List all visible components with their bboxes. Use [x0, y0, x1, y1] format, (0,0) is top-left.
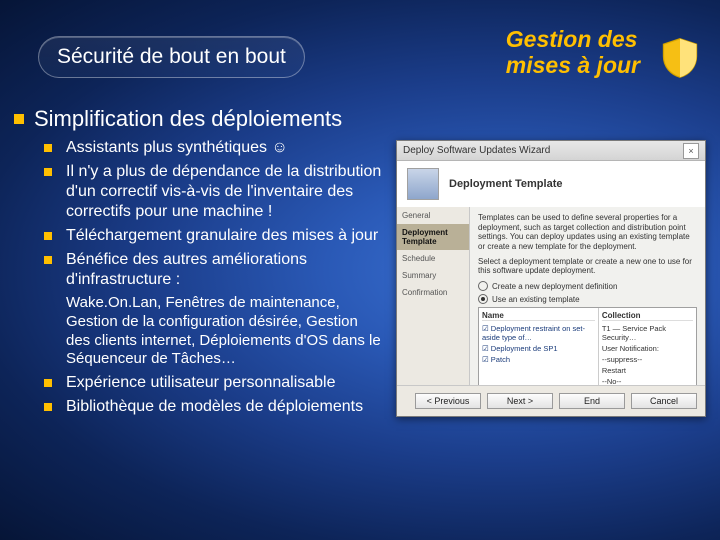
wizard-prompt-text: Select a deployment template or create a… [478, 257, 697, 275]
wizard-nav-step[interactable]: Summary [397, 267, 469, 284]
wizard-radio-new[interactable]: Create a new deployment definition [478, 281, 697, 291]
bullet-item: Bénéfice des autres améliorations d'infr… [62, 250, 384, 290]
wizard-intro-text: Templates can be used to define several … [478, 213, 697, 251]
wizard-radio-label: Use an existing template [492, 295, 580, 304]
content-left: Simplification des déploiements Assistan… [14, 106, 384, 421]
list-item[interactable]: ☑ Patch [482, 354, 595, 365]
wizard-main: Templates can be used to define several … [470, 207, 705, 386]
wizard-nav-step[interactable]: Confirmation [397, 284, 469, 301]
wizard-nav-step[interactable]: General [397, 207, 469, 224]
bullet-item: Bibliothèque de modèles de déploiements [62, 397, 384, 417]
cancel-button[interactable]: Cancel [631, 393, 697, 409]
header-subtitle-line1: Gestion des [506, 26, 640, 52]
slide-title: Sécurité de bout en bout [38, 36, 305, 78]
wizard-banner: Deployment Template [397, 161, 705, 208]
bullet-subtext: Wake.On.Lan, Fenêtres de maintenance, Ge… [66, 294, 384, 369]
bullet-list-2: Expérience utilisateur personnalisable B… [14, 373, 384, 417]
bullet-item: Téléchargement granulaire des mises à jo… [62, 226, 384, 246]
list-item: Restart [602, 365, 693, 376]
radio-icon-selected [478, 294, 488, 304]
close-icon[interactable]: × [683, 143, 699, 159]
wizard-dialog: Deploy Software Updates Wizard × Deploym… [396, 140, 706, 417]
bullet-item: Assistants plus synthétiques ☺ [62, 138, 384, 158]
wizard-list-right-header: Collection [602, 311, 693, 321]
radio-icon [478, 281, 488, 291]
section-heading: Simplification des déploiements [34, 106, 342, 132]
wizard-list-left-header: Name [482, 311, 595, 321]
list-item: --suppress-- [602, 354, 693, 365]
wizard-body: General Deployment Template Schedule Sum… [397, 207, 705, 386]
list-item: User Notification: [602, 343, 693, 354]
list-item[interactable]: ☑ Deployment de SP1 [482, 343, 595, 354]
wizard-window-title: Deploy Software Updates Wizard [403, 145, 550, 156]
wizard-radio-existing[interactable]: Use an existing template [478, 294, 697, 304]
shield-icon [658, 36, 702, 80]
next-button[interactable]: Next > [487, 393, 553, 409]
wizard-nav-step[interactable]: Schedule [397, 250, 469, 267]
header-subtitle: Gestion des mises à jour [506, 26, 640, 79]
slide: Sécurité de bout en bout Gestion des mis… [0, 0, 720, 540]
bullet-marker-icon [14, 114, 24, 124]
previous-button[interactable]: < Previous [415, 393, 481, 409]
wizard-titlebar: Deploy Software Updates Wizard × [397, 141, 705, 161]
bullet-item: Il n'y a plus de dépendance de la distri… [62, 162, 384, 222]
list-item: T1 — Service Pack Security… [602, 323, 693, 343]
wizard-nav-step-active[interactable]: Deployment Template [397, 224, 469, 250]
list-item[interactable]: ☑ Deployment restraint on set-aside type… [482, 323, 595, 343]
header-subtitle-line2: mises à jour [506, 52, 640, 78]
wizard-nav: General Deployment Template Schedule Sum… [397, 207, 470, 386]
end-button[interactable]: End [559, 393, 625, 409]
wizard-banner-icon [407, 168, 439, 200]
bullet-list: Assistants plus synthétiques ☺ Il n'y a … [14, 138, 384, 290]
bullet-item: Expérience utilisateur personnalisable [62, 373, 384, 393]
wizard-list-right: Collection T1 — Service Pack Security… U… [599, 308, 696, 394]
wizard-template-list[interactable]: Name ☑ Deployment restraint on set-aside… [478, 307, 697, 395]
wizard-list-left: Name ☑ Deployment restraint on set-aside… [479, 308, 599, 394]
wizard-banner-title: Deployment Template [449, 178, 563, 190]
section-heading-row: Simplification des déploiements [14, 106, 384, 132]
wizard-footer: < Previous Next > End Cancel [397, 385, 705, 416]
wizard-radio-label: Create a new deployment definition [492, 282, 617, 291]
